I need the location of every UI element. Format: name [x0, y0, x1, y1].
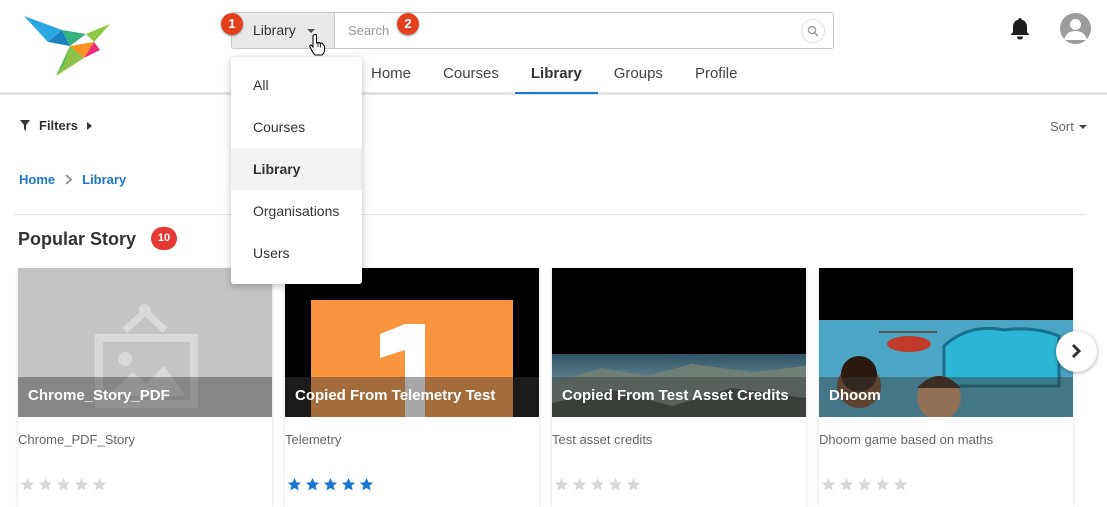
chevron-down-icon [307, 29, 315, 33]
star-icon[interactable] [287, 477, 302, 492]
star-icon[interactable] [875, 477, 890, 492]
content-card[interactable]: Copied From Test Asset Credits Test asse… [552, 268, 806, 507]
star-icon[interactable] [821, 477, 836, 492]
star-rating [821, 477, 911, 492]
dropdown-item-organisations[interactable]: Organisations [231, 190, 362, 232]
star-icon[interactable] [893, 477, 908, 492]
main-nav: Home Courses Library Groups Profile [355, 56, 753, 94]
section-title: Popular Story [18, 229, 137, 249]
chevron-right-icon [1071, 343, 1082, 359]
tab-groups[interactable]: Groups [598, 56, 679, 94]
card-description: Chrome_PDF_Story [18, 432, 136, 447]
chevron-right-icon [87, 121, 93, 130]
header: Library 1 2 Home Courses Lib [0, 0, 1107, 95]
dropdown-item-courses[interactable]: Courses [231, 106, 362, 148]
dropdown-item-users[interactable]: Users [231, 232, 362, 274]
sort-label: Sort [1050, 119, 1074, 134]
bird-logo[interactable] [24, 12, 114, 78]
star-icon[interactable] [857, 477, 872, 492]
search-category-select[interactable]: Library [232, 13, 335, 56]
star-icon[interactable] [74, 477, 89, 492]
star-icon[interactable] [554, 477, 569, 492]
breadcrumb-home[interactable]: Home [19, 172, 55, 187]
search-category-dropdown: All Courses Library Organisations Users [231, 57, 362, 284]
card-title: Chrome_Story_PDF [28, 387, 170, 404]
star-icon[interactable] [839, 477, 854, 492]
chevron-down-icon [1078, 124, 1087, 129]
content-card[interactable]: Dhoom Dhoom game based on maths [819, 268, 1073, 507]
bell-icon[interactable] [1009, 16, 1031, 40]
filter-icon [20, 120, 30, 131]
search-category-label: Library [253, 22, 296, 38]
avatar[interactable] [1060, 13, 1091, 44]
star-rating [554, 477, 644, 492]
star-icon[interactable] [38, 477, 53, 492]
tab-home[interactable]: Home [355, 56, 427, 94]
card-description: Test asset credits [552, 432, 653, 447]
count-badge: 10 [151, 227, 177, 250]
content-card[interactable]: Copied From Telemetry Test Telemetry [285, 268, 539, 507]
card-title: Copied From Test Asset Credits [562, 387, 789, 404]
card-title: Dhoom [829, 387, 881, 404]
chevron-right-icon [65, 174, 73, 185]
breadcrumb: Home Library [19, 172, 126, 187]
star-rating [20, 477, 110, 492]
card-title: Copied From Telemetry Test [295, 387, 496, 404]
search-icon [807, 25, 819, 37]
star-icon[interactable] [56, 477, 71, 492]
card-description: Dhoom game based on maths [819, 432, 994, 447]
step-marker-1: 1 [221, 13, 243, 35]
breadcrumb-library[interactable]: Library [82, 172, 126, 187]
filters-toggle[interactable]: Filters [20, 118, 93, 133]
avatar-icon [1064, 19, 1087, 40]
star-icon[interactable] [305, 477, 320, 492]
dropdown-item-all[interactable]: All [231, 64, 362, 106]
star-rating [287, 477, 377, 492]
carousel-next-button[interactable] [1056, 331, 1097, 372]
star-icon[interactable] [608, 477, 623, 492]
sort-dropdown[interactable]: Sort [1050, 119, 1087, 134]
tab-courses[interactable]: Courses [427, 56, 515, 94]
search-bar: Library [231, 12, 834, 56]
hand-cursor-icon [309, 34, 325, 56]
star-icon[interactable] [626, 477, 641, 492]
card-description: Telemetry [285, 432, 342, 447]
dropdown-item-library[interactable]: Library [231, 148, 362, 190]
star-icon[interactable] [323, 477, 338, 492]
star-icon[interactable] [359, 477, 374, 492]
star-icon[interactable] [92, 477, 107, 492]
content-card[interactable]: Chrome_Story_PDF Chrome_PDF_Story [18, 268, 272, 507]
star-icon[interactable] [20, 477, 35, 492]
step-marker-2: 2 [397, 13, 419, 35]
tab-library[interactable]: Library [514, 56, 598, 94]
filters-label: Filters [39, 118, 79, 133]
star-icon[interactable] [572, 477, 587, 492]
search-button[interactable] [801, 19, 825, 43]
tab-profile[interactable]: Profile [679, 56, 754, 94]
star-icon[interactable] [590, 477, 605, 492]
star-icon[interactable] [341, 477, 356, 492]
